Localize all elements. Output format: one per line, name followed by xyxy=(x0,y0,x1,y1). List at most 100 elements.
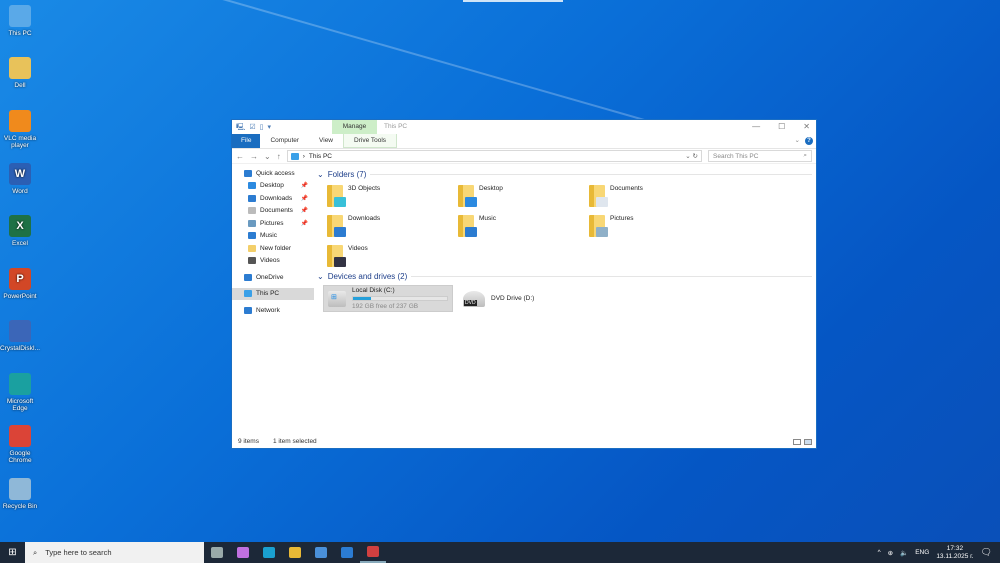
folders-group-header[interactable]: ⌄ Folders (7) xyxy=(317,169,812,180)
sidebar-item-quick-access[interactable]: Quick access xyxy=(232,167,314,180)
tab-drive-tools[interactable]: Drive Tools xyxy=(343,134,398,148)
taskbar-search-placeholder: Type here to search xyxy=(45,548,112,557)
customize-qat-icon[interactable]: ▾ xyxy=(267,123,271,134)
vlc-media-player-icon xyxy=(9,110,31,132)
desktop-icon-label: Dell xyxy=(14,82,26,89)
folder-item[interactable]: Music xyxy=(458,215,589,237)
sidebar-item-music[interactable]: Music xyxy=(232,230,314,243)
folder-item[interactable]: Videos xyxy=(327,245,458,267)
sidebar-item-videos[interactable]: Videos xyxy=(232,255,314,268)
taskbar-app-5[interactable] xyxy=(334,542,360,563)
network-icon xyxy=(244,306,252,314)
taskbar-app-0[interactable] xyxy=(204,542,230,563)
sidebar-item-label: Quick access xyxy=(256,169,295,177)
show-hidden-icons-icon[interactable]: ^ xyxy=(878,549,881,556)
taskbar-app-1[interactable] xyxy=(230,542,256,563)
item-count: 9 items xyxy=(238,438,259,445)
sidebar-item-this-pc[interactable]: This PC xyxy=(232,287,314,300)
large-icons-view-icon[interactable] xyxy=(804,439,812,445)
details-view-icon[interactable] xyxy=(793,439,801,445)
tab-view[interactable]: View xyxy=(309,134,343,148)
sidebar-item-downloads[interactable]: Downloads 📌 xyxy=(232,192,314,205)
desktop-icon[interactable]: Microsoft Edge xyxy=(0,373,40,412)
file-explorer-window: 🖳 ☑ ▯ ▾ Manage This PC — ☐ ✕ File Computer Vi… xyxy=(231,119,817,449)
new-folder-icon xyxy=(248,244,256,252)
sidebar-item-label: OneDrive xyxy=(256,273,284,281)
taskbar-search[interactable]: ⌕ Type here to search xyxy=(25,542,204,563)
desktop-icon[interactable]: CrystalDiskI... xyxy=(0,320,40,352)
desktop-icon[interactable]: X Excel xyxy=(0,215,40,247)
computer-icon: 🖳 xyxy=(236,124,246,131)
top-edge-bar xyxy=(463,0,563,2)
taskbar-app-6[interactable] xyxy=(360,542,386,563)
help-icon[interactable]: ? xyxy=(805,137,813,145)
folder-item[interactable]: Pictures xyxy=(589,215,720,237)
forward-icon[interactable]: → xyxy=(250,152,258,161)
sidebar-item-new-folder[interactable]: New folder xyxy=(232,242,314,255)
sidebar-item-label: Downloads xyxy=(260,194,293,202)
tab-file[interactable]: File xyxy=(232,134,261,148)
search-input[interactable]: Search This PC ⌕ xyxy=(708,150,812,162)
desktop-icon[interactable]: W Word xyxy=(0,163,40,195)
tab-computer[interactable]: Computer xyxy=(260,134,309,148)
app-icon xyxy=(367,546,379,557)
folder-item[interactable]: Desktop xyxy=(458,185,589,207)
close-icon[interactable]: ✕ xyxy=(803,122,810,131)
chevron-down-icon: ⌄ xyxy=(317,170,324,179)
pin-icon[interactable]: 📌 xyxy=(301,182,308,189)
folder-name: Videos xyxy=(348,245,368,252)
sidebar-item-network[interactable]: Network xyxy=(232,304,314,317)
time: 17:32 xyxy=(946,544,964,552)
desktop-icon-label: This PC xyxy=(8,30,32,37)
notifications-icon[interactable]: 🗨 xyxy=(981,547,992,558)
sidebar-item-documents[interactable]: Documents 📌 xyxy=(232,205,314,218)
desktop-icon-label: Excel xyxy=(12,240,28,247)
taskbar-app-4[interactable] xyxy=(308,542,334,563)
sidebar-item-label: Documents xyxy=(260,207,293,215)
desktop-icon[interactable]: P PowerPoint xyxy=(0,268,40,300)
desktop-icon[interactable]: This PC xyxy=(0,5,40,37)
drive-dvd-d[interactable]: DVD DVD Drive (D:) xyxy=(459,285,589,312)
pin-icon[interactable]: 📌 xyxy=(301,195,308,202)
dell-icon xyxy=(9,57,31,79)
start-button[interactable]: ⊞ xyxy=(0,547,25,558)
folder-downloads-icon xyxy=(327,215,346,237)
clock[interactable]: 17:32 13.11.2025 г. xyxy=(936,545,973,561)
folder-item[interactable]: Documents xyxy=(589,185,720,207)
videos-icon xyxy=(248,257,256,265)
new-folder-icon[interactable]: ▯ xyxy=(260,123,264,134)
taskbar-app-2[interactable] xyxy=(256,542,282,563)
up-icon[interactable]: ↑ xyxy=(277,152,281,161)
ribbon-tabs: File Computer View Drive Tools ⌄ ? xyxy=(232,134,816,148)
breadcrumb[interactable]: This PC xyxy=(309,153,332,160)
address-bar[interactable]: › This PC ⌄ ↻ xyxy=(286,150,702,162)
expand-ribbon-icon[interactable]: ⌄ xyxy=(795,136,800,144)
desktop-icon-label: PowerPoint xyxy=(3,293,37,300)
recent-chevron-icon[interactable]: ⌄ xyxy=(264,152,271,161)
maximize-icon[interactable]: ☐ xyxy=(778,122,785,131)
folder-item[interactable]: Downloads xyxy=(327,215,458,237)
drive-local-disk-c[interactable]: ⊞ Local Disk (C:) 192 GB free of 237 GB xyxy=(323,285,453,312)
desktop-icon[interactable]: Dell xyxy=(0,57,40,89)
dropdown-refresh-icon[interactable]: ⌄ ↻ xyxy=(685,152,698,160)
pin-icon[interactable]: 📌 xyxy=(301,207,308,214)
input-language[interactable]: ENG xyxy=(915,549,929,556)
properties-icon[interactable]: ☑ xyxy=(249,123,255,134)
volume-icon[interactable]: 🔈 xyxy=(900,549,908,557)
manage-context-tab[interactable]: Manage xyxy=(332,120,377,134)
desktop-icon[interactable]: Recycle Bin xyxy=(0,478,40,510)
drives-group-header[interactable]: ⌄ Devices and drives (2) xyxy=(317,271,812,282)
sidebar-item-desktop[interactable]: Desktop 📌 xyxy=(232,180,314,193)
taskbar-app-3[interactable] xyxy=(282,542,308,563)
folder-item[interactable]: 3D Objects xyxy=(327,185,458,207)
desktop-icon[interactable]: VLC media player xyxy=(0,110,40,149)
desktop-icon[interactable]: Google Chrome xyxy=(0,425,40,464)
sidebar-item-onedrive[interactable]: OneDrive xyxy=(232,271,314,284)
pin-icon[interactable]: 📌 xyxy=(301,220,308,227)
sidebar-item-pictures[interactable]: Pictures 📌 xyxy=(232,217,314,230)
documents-icon xyxy=(248,207,256,215)
back-icon[interactable]: ← xyxy=(236,152,244,161)
minimize-icon[interactable]: — xyxy=(752,122,760,131)
desktop-icon xyxy=(248,182,256,190)
network-icon[interactable]: ⊕ xyxy=(888,549,893,557)
